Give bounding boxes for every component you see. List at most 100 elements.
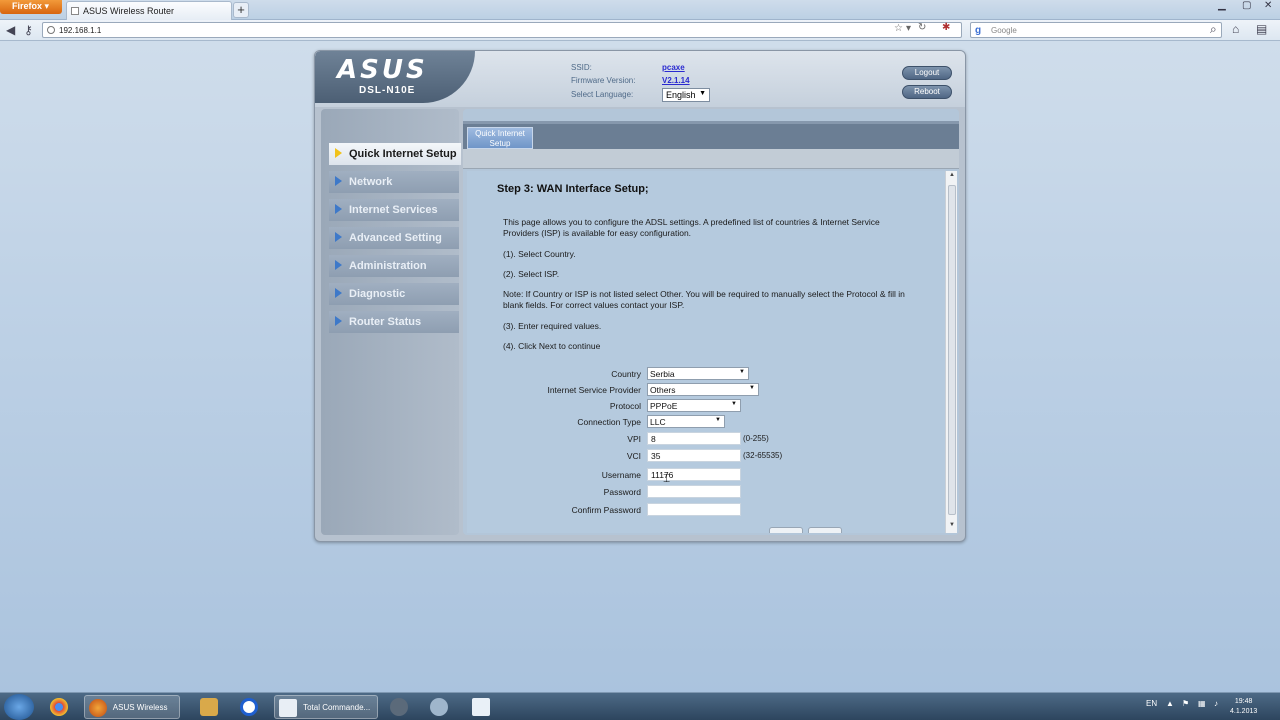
chevron-down-icon: ▼ [715, 417, 721, 423]
note-text: Note: If Country or ISP is not listed se… [503, 289, 905, 310]
new-tab-button[interactable]: + [233, 2, 249, 18]
tool-icon[interactable] [196, 695, 222, 719]
scroll-down-icon[interactable]: ▼ [947, 522, 957, 532]
network-icon[interactable] [426, 695, 452, 719]
search-placeholder: Google [991, 26, 1017, 35]
prev-button[interactable] [769, 527, 803, 533]
protocol-select[interactable]: PPPoE ▼ [647, 399, 741, 412]
home-icon[interactable]: ⌂ [1232, 22, 1239, 36]
bookmark-star-icon[interactable]: ☆ [894, 23, 903, 34]
reload-icon[interactable]: ↻ [918, 22, 926, 33]
maximize-icon[interactable]: ▢ [1242, 0, 1251, 11]
asus-logo: ASUS [337, 55, 428, 85]
password-input[interactable] [647, 485, 741, 498]
header-band [463, 149, 959, 169]
sidebar-item-advanced-setting[interactable]: Advanced Setting [329, 227, 459, 249]
globe-icon [47, 26, 55, 34]
browser-tab[interactable]: ASUS Wireless Router [66, 1, 232, 20]
url-text: 192.168.1.1 [59, 26, 102, 35]
username-input[interactable]: 11176 [647, 468, 741, 481]
sidebar-item-network[interactable]: Network [329, 171, 459, 193]
sidebar-item-label: Internet Services [349, 204, 438, 216]
search-input[interactable]: g Google [970, 22, 1222, 38]
reboot-button[interactable]: Reboot [902, 85, 952, 99]
volume-icon[interactable]: ♪ [1214, 699, 1218, 708]
language-label: Select Language: [571, 90, 634, 99]
step1-text: (1). Select Country. [503, 249, 576, 259]
isp-label: Internet Service Provider [547, 385, 641, 395]
connection-type-select[interactable]: LLC ▼ [647, 415, 725, 428]
firefox-menu-button[interactable]: Firefox ▾ [0, 0, 62, 14]
sidebar-item-label: Router Status [349, 316, 422, 328]
back-icon[interactable]: ◀ [6, 23, 15, 37]
sidebar-item-label: Administration [349, 260, 427, 272]
isp-select[interactable]: Others ▼ [647, 383, 759, 396]
logout-button[interactable]: Logout [902, 66, 952, 80]
next-button[interactable] [808, 527, 842, 533]
arrow-icon [335, 232, 342, 242]
language-select[interactable]: English ▼ [662, 88, 710, 102]
vpi-hint: (0-255) [743, 434, 769, 443]
chevron-down-icon: ▼ [739, 369, 745, 375]
google-icon: g [975, 25, 982, 36]
start-button[interactable] [4, 694, 34, 720]
clock[interactable]: 19:48 4.1.2013 [1230, 697, 1257, 717]
scroll-up-icon[interactable]: ▲ [947, 172, 957, 182]
taskbar-total-commander-item[interactable]: Total Commande... [274, 695, 378, 719]
browser-tab-bar: Firefox ▾ ASUS Wireless Router + ▁ ▢ ✕ [0, 0, 1280, 20]
taskbar-item-label: Total Commande... [303, 703, 371, 712]
network-tray-icon[interactable]: ▦ [1198, 699, 1206, 708]
confirm-password-input[interactable] [647, 503, 741, 516]
language-value: English [666, 90, 696, 100]
sidebar-item-label: Diagnostic [349, 288, 406, 300]
vci-input[interactable]: 35 [647, 449, 741, 462]
sidebar: Quick Internet Setup Network Internet Se… [321, 109, 461, 535]
tray-arrow-icon[interactable]: ▲ [1166, 699, 1174, 708]
firmware-link[interactable]: V2.1.14 [662, 76, 690, 85]
minimize-icon[interactable]: ▁ [1218, 0, 1226, 11]
chevron-down-icon: ▼ [749, 385, 755, 391]
chrome-icon[interactable] [46, 695, 72, 719]
flag-icon[interactable]: ⚑ [1182, 699, 1189, 708]
tab-label-line2: Setup [489, 139, 511, 148]
menu-icon[interactable]: ▤ [1256, 22, 1267, 36]
addon-icon[interactable]: ✱ [942, 22, 950, 33]
arrow-icon [335, 316, 342, 326]
url-input[interactable]: 192.168.1.1 [42, 22, 962, 38]
sidebar-item-internet-services[interactable]: Internet Services [329, 199, 459, 221]
chevron-down-icon: ▼ [731, 401, 737, 407]
arrow-icon [335, 288, 342, 298]
browser-nav-bar: ◀ ⚷ 192.168.1.1 ☆ ▾ ↻ ✱ g Google ⌕ ⌂ ▤ [0, 20, 1280, 41]
content-pane: Step 3: WAN Interface Setup; This page a… [467, 171, 945, 533]
d-app-icon[interactable] [236, 695, 262, 719]
close-icon[interactable]: ✕ [1264, 0, 1272, 11]
sidebar-item-label: Quick Internet Setup [349, 148, 457, 160]
search-icon[interactable]: ⌕ [1210, 22, 1217, 37]
sidebar-item-diagnostic[interactable]: Diagnostic [329, 283, 459, 305]
dropdown-arrow-icon[interactable]: ▾ [906, 23, 911, 34]
sidebar-item-administration[interactable]: Administration [329, 255, 459, 277]
sidebar-item-quick-internet-setup[interactable]: Quick Internet Setup [329, 143, 461, 165]
country-select[interactable]: Serbia ▼ [647, 367, 749, 380]
language-indicator[interactable]: EN [1146, 699, 1157, 708]
protocol-value: PPPoE [650, 401, 678, 411]
floppy-icon [279, 698, 297, 717]
content-scrollbar[interactable]: ▲ ▼ [945, 171, 957, 533]
firmware-label: Firmware Version: [571, 76, 636, 85]
sidebar-item-router-status[interactable]: Router Status [329, 311, 459, 333]
key-icon[interactable]: ⚷ [24, 23, 33, 37]
sidebar-item-label: Network [349, 176, 393, 188]
tab-quick-internet-setup[interactable]: Quick Internet Setup [467, 127, 533, 149]
taskbar-firefox-item[interactable]: ASUS Wireless Ro... [84, 695, 180, 719]
arrow-icon [335, 176, 342, 186]
drop-icon[interactable] [386, 695, 412, 719]
page-title: Step 3: WAN Interface Setup; [497, 183, 649, 195]
scroll-thumb[interactable] [948, 185, 956, 515]
window-icon[interactable] [468, 695, 494, 719]
vpi-input[interactable]: 8 [647, 432, 741, 445]
ssid-link[interactable]: pcaxe [662, 63, 685, 72]
model-name: DSL-N10E [359, 85, 416, 96]
connection-type-value: LLC [650, 417, 666, 427]
step2-text: (2). Select ISP. [503, 269, 560, 279]
connection-type-label: Connection Type [577, 417, 641, 427]
